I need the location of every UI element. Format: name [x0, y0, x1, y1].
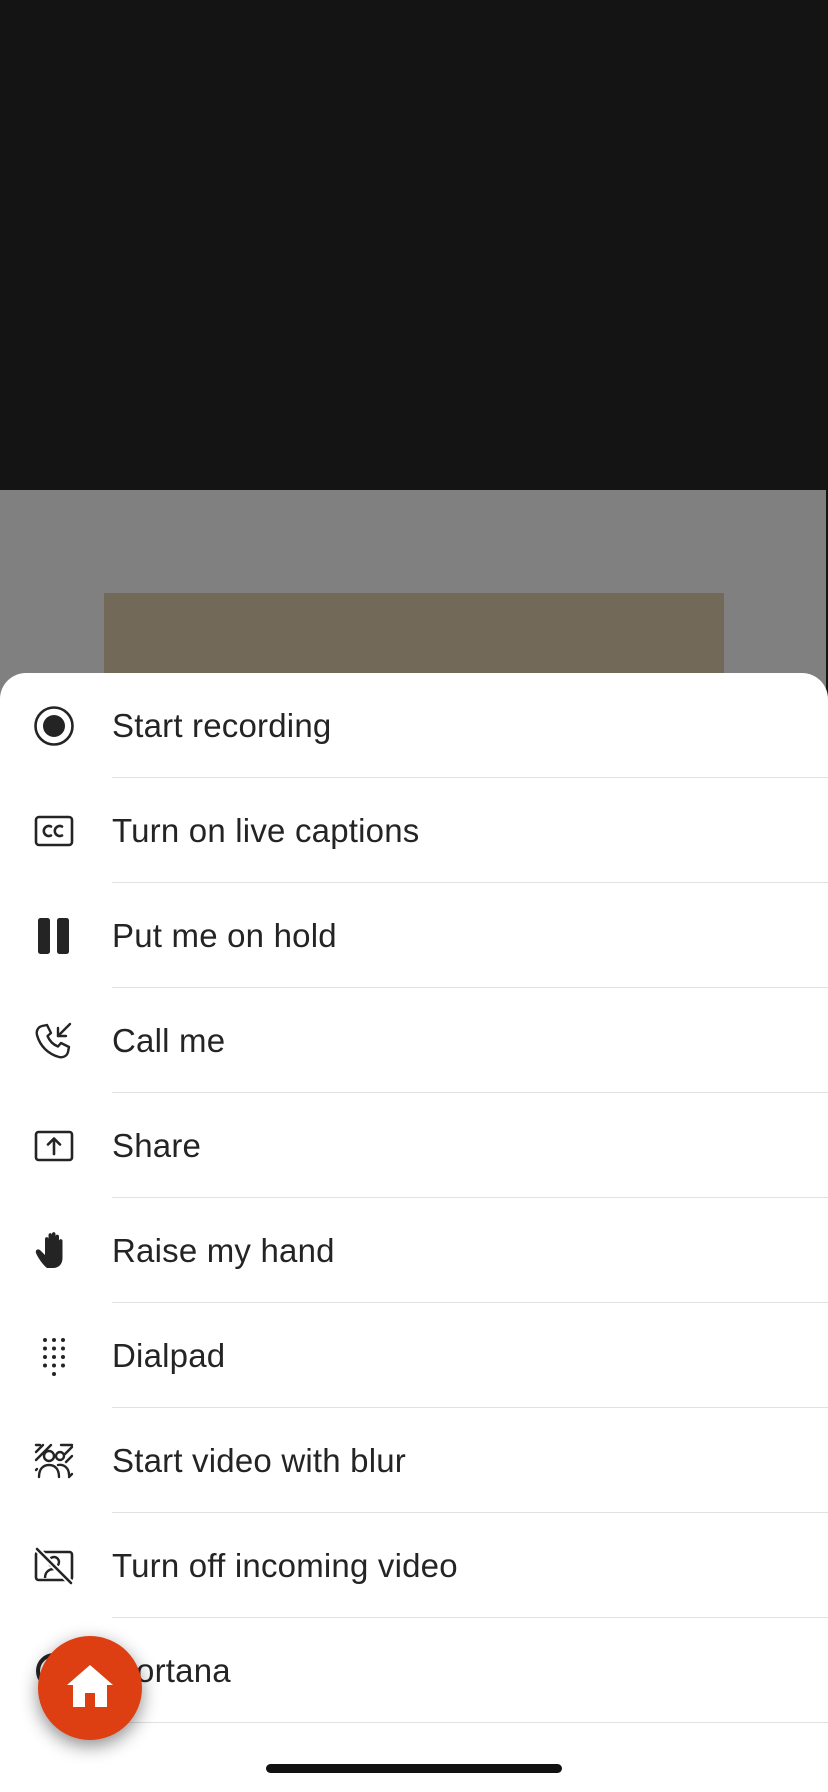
menu-item-call-me[interactable]: Call me [0, 988, 828, 1093]
remote-video-area [0, 0, 828, 490]
closed-captions-icon [33, 810, 75, 852]
home-icon [63, 1659, 117, 1718]
menu-item-live-captions[interactable]: Turn on live captions [0, 778, 828, 883]
menu-item-label: Put me on hold [112, 916, 337, 954]
menu-item-label: Dialpad [112, 1336, 226, 1374]
more-options-menu: Start recording Turn on live captions Pu… [0, 673, 828, 1723]
pause-icon [33, 915, 75, 957]
menu-item-share[interactable]: Share [0, 1093, 828, 1198]
more-options-sheet: Start recording Turn on live captions Pu… [0, 673, 828, 1792]
home-button[interactable] [38, 1636, 142, 1740]
menu-item-label: Raise my hand [112, 1231, 335, 1269]
record-icon [33, 705, 75, 747]
menu-item-raise-hand[interactable]: Raise my hand [0, 1198, 828, 1303]
menu-item-label: Start video with blur [112, 1441, 406, 1479]
share-screen-icon [33, 1125, 75, 1167]
menu-item-dialpad[interactable]: Dialpad [0, 1303, 828, 1408]
hand-icon [33, 1230, 75, 1272]
phone-incoming-icon [33, 1020, 75, 1062]
menu-item-label: Call me [112, 1021, 226, 1059]
dialpad-icon [33, 1335, 75, 1377]
video-off-icon [33, 1545, 75, 1587]
menu-item-label: Share [112, 1126, 202, 1164]
menu-item-label: Turn off incoming video [112, 1546, 458, 1584]
menu-item-video-blur[interactable]: Start video with blur [0, 1408, 828, 1513]
menu-item-incoming-video-off[interactable]: Turn off incoming video [0, 1513, 828, 1618]
home-indicator-bar [266, 1764, 562, 1773]
menu-item-start-recording[interactable]: Start recording [0, 673, 828, 778]
menu-item-label: Start recording [112, 706, 332, 744]
background-blur-icon [33, 1440, 75, 1482]
menu-item-put-on-hold[interactable]: Put me on hold [0, 883, 828, 988]
menu-item-label: Turn on live captions [112, 811, 420, 849]
